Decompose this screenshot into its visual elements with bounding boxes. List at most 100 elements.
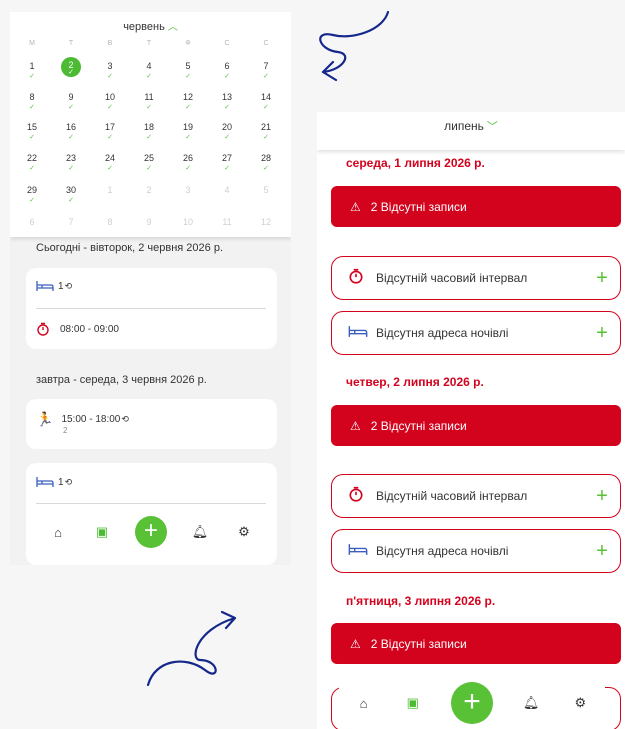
check-icon: ✓: [185, 104, 191, 111]
weekday-label: В: [107, 40, 113, 47]
gear-icon[interactable]: ⚙: [233, 524, 255, 540]
overnight-row-2[interactable]: 1 ⟲: [36, 476, 72, 488]
month-label: липень: [444, 119, 484, 133]
card-divider: [36, 503, 266, 504]
missing-entries-alert[interactable]: ⚠ 2 Відсутні записи: [331, 623, 621, 664]
month-selector[interactable]: липень ﹀: [317, 112, 625, 150]
calendar-day[interactable]: 24: [98, 153, 122, 163]
check-icon: ✓: [29, 134, 35, 141]
alert-text: 2 Відсутні записи: [370, 636, 467, 651]
add-button[interactable]: +: [135, 516, 167, 548]
calendar-day[interactable]: 4: [215, 185, 239, 195]
warning-icon: ⚠: [350, 199, 361, 214]
calendar-day[interactable]: 3: [176, 185, 200, 195]
calendar-day[interactable]: 9: [59, 92, 83, 102]
calendar-day[interactable]: 25: [137, 153, 161, 163]
curved-arrow-icon: [319, 10, 390, 82]
calendar-day[interactable]: 6: [215, 61, 239, 71]
calendar-day[interactable]: 3: [98, 61, 122, 71]
calendar-day[interactable]: 27: [215, 153, 239, 163]
calendar-day[interactable]: 22: [20, 153, 44, 163]
bell-icon[interactable]: 🔔︎: [520, 695, 542, 711]
missing-time-label: Відсутній часовий інтервал: [376, 489, 528, 503]
calendar-day[interactable]: 5: [176, 61, 200, 71]
calendar-day[interactable]: 7: [254, 61, 278, 71]
missing-address-row[interactable]: Відсутня адреса ночівлі +: [331, 311, 621, 355]
check-icon: ✓: [29, 73, 35, 80]
calendar-day[interactable]: 23: [59, 153, 83, 163]
calendar-day[interactable]: 14: [254, 92, 278, 102]
curved-arrow-icon: [146, 610, 237, 687]
check-icon: ✓: [29, 104, 35, 111]
missing-time-row[interactable]: Відсутній часовий інтервал +: [331, 256, 621, 300]
missing-address-row[interactable]: Відсутня адреса ночівлі +: [331, 529, 621, 573]
calendar-day[interactable]: 2: [137, 185, 161, 195]
stopwatch-icon: [37, 322, 49, 336]
calendar-day[interactable]: 1: [98, 185, 122, 195]
calendar-day[interactable]: 12: [176, 92, 200, 102]
check-icon: ✓: [29, 165, 35, 172]
warning-icon: ⚠: [350, 636, 361, 651]
calendar-day[interactable]: 29: [20, 185, 44, 195]
calendar-day[interactable]: 8: [98, 217, 122, 227]
home-icon[interactable]: ⌂: [353, 696, 375, 711]
time-row[interactable]: 08:00 - 09:00: [36, 322, 119, 336]
calendar-day[interactable]: 15: [20, 122, 44, 132]
activity-row[interactable]: 🏃 15:00 - 18:00 ⟲: [36, 411, 129, 428]
plus-icon[interactable]: +: [584, 540, 620, 563]
check-icon: ✓: [185, 165, 191, 172]
warning-icon: ⚠: [350, 418, 361, 433]
right-screen: липень ﹀ середа, 1 липня 2026 р. ⚠ 2 Відс…: [317, 112, 625, 729]
calendar-day[interactable]: 19: [176, 122, 200, 132]
calendar-day[interactable]: 28: [254, 153, 278, 163]
chevron-up-icon: ︿: [167, 22, 178, 33]
check-icon: ✓: [224, 104, 230, 111]
check-icon: ✓: [224, 165, 230, 172]
check-icon: ✓: [263, 134, 269, 141]
add-button[interactable]: +: [450, 682, 493, 724]
calendar-day[interactable]: 12: [254, 217, 278, 227]
calendar-day[interactable]: 30: [59, 185, 83, 195]
calendar-day[interactable]: 7: [59, 217, 83, 227]
missing-time-row[interactable]: Відсутній часовий інтервал +: [331, 474, 621, 518]
plus-icon[interactable]: +: [584, 267, 620, 290]
bed-icon: [36, 281, 54, 291]
calendar-day[interactable]: 16: [59, 122, 83, 132]
bell-icon[interactable]: 🔔︎: [189, 524, 211, 540]
activity-time: 15:00 - 18:00: [61, 414, 121, 425]
calendar-day[interactable]: 6: [20, 217, 44, 227]
plus-icon[interactable]: +: [584, 322, 620, 345]
calendar-day[interactable]: 11: [137, 92, 161, 102]
check-icon: ✓: [107, 104, 113, 111]
calendar-day[interactable]: 13: [215, 92, 239, 102]
check-icon: ✓: [146, 165, 152, 172]
calendar-day[interactable]: 10: [176, 217, 200, 227]
check-icon: ✓: [146, 73, 152, 80]
activity-count: 2: [63, 426, 68, 435]
calendar-day[interactable]: 9: [137, 217, 161, 227]
missing-entries-alert[interactable]: ⚠ 2 Відсутні записи: [331, 405, 621, 446]
calendar-day[interactable]: 17: [98, 122, 122, 132]
calendar-icon[interactable]: ▣: [91, 524, 113, 540]
today-section-title: Сьогодні - вівторок, 2 червня 2026 р.: [36, 242, 224, 254]
month-selector[interactable]: червень ︿: [10, 18, 291, 33]
left-screen: червень ︿ М Т В Т Ф С С 1 ✓ 2 ✓ 3 ✓ 4 ✓ 5 ✓ 6 ✓ 7 ✓ 8 ✓ 9 ✓ 10 ✓ 11 ✓…: [10, 12, 291, 565]
calendar-day[interactable]: 8: [20, 92, 44, 102]
missing-entries-alert[interactable]: ⚠ 2 Відсутні записи: [331, 186, 621, 227]
check-icon: ✓: [185, 73, 191, 80]
calendar-day[interactable]: 1: [20, 61, 44, 71]
overnight-row[interactable]: 1 ⟲: [36, 280, 72, 292]
calendar-day[interactable]: 11: [215, 217, 239, 227]
home-icon[interactable]: ⌂: [47, 525, 69, 540]
gear-icon[interactable]: ⚙: [569, 695, 591, 711]
calendar-day[interactable]: 10: [98, 92, 122, 102]
calendar-day[interactable]: 21: [254, 122, 278, 132]
plus-icon[interactable]: +: [584, 485, 620, 508]
calendar-day[interactable]: 5: [254, 185, 278, 195]
calendar-day[interactable]: 18: [137, 122, 161, 132]
calendar-day[interactable]: 4: [137, 61, 161, 71]
calendar-day[interactable]: 26: [176, 153, 200, 163]
stopwatch-icon: [348, 486, 376, 506]
calendar-icon[interactable]: ▣: [402, 695, 424, 711]
calendar-day[interactable]: 20: [215, 122, 239, 132]
